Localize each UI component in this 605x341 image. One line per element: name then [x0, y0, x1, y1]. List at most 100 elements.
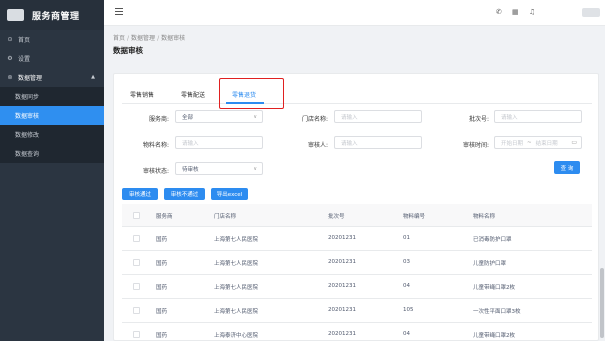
column-header: 物料名称	[473, 214, 496, 220]
sidebar-item-data-management[interactable]: ⊚ 数据管理 ▲	[0, 68, 104, 87]
menu-toggle-icon[interactable]	[115, 8, 123, 17]
cell-provider: 国药	[156, 285, 168, 291]
breadcrumb-item: 数据审核	[161, 35, 186, 42]
export-excel-button[interactable]: 导出excel	[211, 188, 248, 200]
cell-material-no: 03	[403, 259, 410, 265]
table-row[interactable]: 国药 上海第七人民医院 20201231 01 已消毒防护口罩	[122, 227, 592, 251]
sidebar: 服务商管理 ⊙ 首页 ⚙ 设置 ⊚ 数据管理 ▲ 数据同步 数据审核 数据修改 …	[0, 0, 104, 341]
store-name-input[interactable]: 请输入	[334, 110, 422, 123]
gear-icon: ⚙	[7, 55, 13, 62]
sidebar-item-home[interactable]: ⊙ 首页	[0, 30, 104, 49]
grid-icon[interactable]: ▦	[512, 8, 519, 16]
breadcrumb: 首页 / 数据管理 / 数据审核	[113, 35, 186, 42]
data-icon: ⊚	[7, 74, 13, 81]
cell-batch: 20201231	[328, 283, 356, 289]
review-time-range-picker[interactable]: 开始日期 ~ 结束日期 ▭	[494, 136, 582, 149]
service-provider-label: 服务商:	[148, 116, 169, 123]
table-row[interactable]: 国药 上海第七人民医院 20201231 105 一次性平面口罩3枚	[122, 299, 592, 323]
table-row[interactable]: 国药 上海第七人民医院 20201231 04 儿童带绳口罩2枚	[122, 275, 592, 299]
reviewer-label: 审核人:	[307, 142, 328, 149]
page-title: 数据审核	[113, 46, 143, 55]
review-status-select[interactable]: 待审核 ∨	[175, 162, 263, 175]
column-header: 门店名称	[214, 214, 237, 220]
material-name-input[interactable]: 请输入	[175, 136, 263, 149]
cell-provider: 国药	[156, 333, 168, 339]
sidebar-item-data-query[interactable]: 数据查询	[0, 144, 104, 163]
service-provider-select[interactable]: 全部 ∨	[175, 110, 263, 123]
cell-material-no: 04	[403, 331, 410, 337]
review-status-label: 审核状态:	[142, 168, 169, 175]
cell-store: 上海泰济中心医院	[214, 333, 259, 339]
app-title: 服务商管理	[32, 11, 80, 22]
sidebar-item-data-edit[interactable]: 数据修改	[0, 125, 104, 144]
tab-retail-sales[interactable]: 零售销售	[130, 90, 154, 99]
select-all-checkbox[interactable]	[133, 212, 140, 219]
sidebar-item-data-sync[interactable]: 数据同步	[0, 87, 104, 106]
tab-bar: 零售销售 零售配送 零售退货	[122, 84, 592, 104]
row-checkbox[interactable]	[133, 283, 140, 290]
breadcrumb-item[interactable]: 首页	[113, 35, 125, 42]
row-checkbox[interactable]	[133, 307, 140, 314]
store-name-label: 门店名称:	[301, 116, 328, 123]
table-header-row: 服务商 门店名称 批次号 物料编号 物料名称	[122, 204, 592, 227]
cell-material-name: 一次性平面口罩3枚	[473, 309, 521, 315]
cell-material-name: 儿童带绳口罩2枚	[473, 333, 515, 339]
tab-retail-delivery[interactable]: 零售配送	[181, 90, 205, 99]
cell-provider: 国药	[156, 261, 168, 267]
batch-no-label: 批次号:	[468, 116, 489, 123]
cell-provider: 国药	[156, 309, 168, 315]
cell-store: 上海第七人民医院	[214, 237, 259, 243]
cell-provider: 国药	[156, 237, 168, 243]
sidebar-submenu: 数据同步 数据审核 数据修改 数据查询	[0, 87, 104, 163]
cell-material-name: 儿童带绳口罩2枚	[473, 285, 515, 291]
approve-button[interactable]: 审核通过	[122, 188, 158, 200]
cell-material-no: 04	[403, 283, 410, 289]
cell-batch: 20201231	[328, 307, 356, 313]
sidebar-item-label: 数据管理	[18, 75, 43, 82]
sidebar-item-label: 设置	[18, 56, 31, 63]
chevron-up-icon: ▲	[91, 74, 95, 80]
table-row[interactable]: 国药 上海第七人民医院 20201231 03 儿童防护口罩	[122, 251, 592, 275]
highlight-box	[219, 78, 284, 109]
row-checkbox[interactable]	[133, 331, 140, 338]
main-card: 零售销售 零售配送 零售退货 服务商: 全部 ∨ 门店名称: 请输入 批次号: …	[113, 73, 599, 341]
reject-button[interactable]: 审核不通过	[164, 188, 205, 200]
cell-material-name: 儿童防护口罩	[473, 261, 507, 267]
app-logo-area: 服务商管理	[0, 0, 104, 30]
column-header: 批次号	[328, 214, 345, 220]
chevron-down-icon: ∨	[253, 166, 257, 172]
reviewer-input[interactable]: 请输入	[334, 136, 422, 149]
breadcrumb-item[interactable]: 数据管理	[131, 35, 155, 42]
home-icon: ⊙	[7, 36, 13, 43]
query-button[interactable]: 查 询	[554, 161, 580, 174]
cell-batch: 20201231	[328, 331, 356, 337]
cell-material-no: 01	[403, 235, 410, 241]
cell-store: 上海第七人民医院	[214, 285, 259, 291]
data-table: 服务商 门店名称 批次号 物料编号 物料名称 国药 上海第七人民医院 20201…	[122, 204, 592, 341]
table-row[interactable]: 国药 上海泰济中心医院 20201231 04 儿童带绳口罩2枚	[122, 323, 592, 341]
cell-batch: 20201231	[328, 235, 356, 241]
cell-material-no: 105	[403, 307, 414, 313]
sidebar-item-label: 首页	[18, 37, 31, 44]
row-checkbox[interactable]	[133, 235, 140, 242]
review-time-label: 审核时间:	[462, 142, 489, 149]
batch-no-input[interactable]: 请输入	[494, 110, 582, 123]
sidebar-item-data-review[interactable]: 数据审核	[0, 106, 104, 125]
avatar[interactable]	[582, 8, 600, 17]
logo-icon	[7, 9, 24, 21]
phone-icon[interactable]: ✆	[496, 8, 502, 16]
cell-store: 上海第七人民医院	[214, 309, 259, 315]
column-header: 服务商	[156, 214, 173, 220]
top-header: ✆ ▦ ♫	[104, 0, 605, 26]
row-checkbox[interactable]	[133, 259, 140, 266]
sidebar-item-settings[interactable]: ⚙ 设置	[0, 49, 104, 68]
column-header: 物料编号	[403, 214, 426, 220]
calendar-icon: ▭	[571, 139, 577, 146]
cell-store: 上海第七人民医院	[214, 261, 259, 267]
cell-batch: 20201231	[328, 259, 356, 265]
material-name-label: 物料名称:	[142, 142, 169, 149]
bell-icon[interactable]: ♫	[529, 8, 535, 16]
chevron-down-icon: ∨	[253, 114, 257, 120]
page-scrollbar[interactable]	[600, 268, 604, 338]
cell-material-name: 已消毒防护口罩	[473, 237, 512, 243]
